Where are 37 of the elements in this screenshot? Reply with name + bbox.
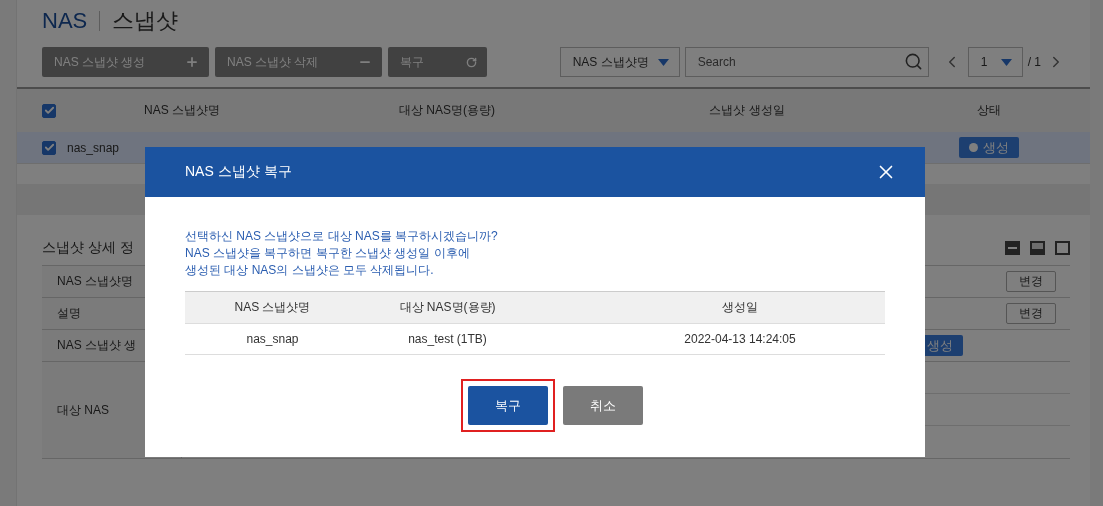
- search-icon[interactable]: [903, 52, 923, 71]
- page-title: 스냅샷: [112, 6, 179, 35]
- select-all-checkbox[interactable]: [42, 103, 56, 118]
- dialog-message: NAS 스냅샷을 복구하면 복구한 스냅샷 생성일 이후에: [185, 245, 471, 262]
- dialog-title: NAS 스냅샷 복구: [185, 163, 292, 181]
- edit-button[interactable]: 변경: [1006, 303, 1056, 324]
- page-select[interactable]: 1: [967, 47, 1023, 77]
- search-field[interactable]: Search: [684, 47, 929, 77]
- refresh-icon: [466, 56, 477, 68]
- maximize-icon[interactable]: [1055, 240, 1070, 255]
- column-header: 상태: [975, 102, 1002, 119]
- section-title: NAS: [42, 7, 88, 34]
- caret-icon: [1000, 58, 1012, 66]
- page-total: / 1: [1027, 55, 1041, 69]
- column-header: NAS 스냅샷명: [143, 102, 221, 119]
- row-checkbox[interactable]: [42, 140, 56, 155]
- plus-icon: [185, 55, 199, 69]
- caret-icon: [657, 58, 669, 66]
- column-header: 대상 NAS명(용량): [398, 102, 496, 119]
- filter-select[interactable]: NAS 스냅샷명: [559, 47, 680, 77]
- collapse-icon[interactable]: [1005, 240, 1020, 255]
- edit-button[interactable]: 변경: [1006, 271, 1056, 292]
- restore-button[interactable]: 복구: [467, 386, 548, 425]
- status-badge: 생성: [958, 137, 1019, 158]
- split-view-icon[interactable]: [1030, 240, 1045, 255]
- cancel-button[interactable]: 취소: [562, 386, 643, 425]
- table-cell-text: 2022-04-13 14:24:05: [683, 332, 797, 346]
- column-header: 스냅샷 생성일: [708, 102, 786, 119]
- dialog-message: 선택하신 NAS 스냅샷으로 대상 NAS를 복구하시겠습니까?: [185, 228, 499, 245]
- column-header: NAS 스냅샷명: [233, 299, 312, 316]
- column-header: 생성일: [721, 299, 759, 316]
- table-cell-text: nas_snap: [67, 140, 121, 155]
- dialog-message: 생성된 대상 NAS의 스냅샷은 모두 삭제됩니다.: [185, 262, 435, 279]
- detail-title: 스냅샷 상세 정: [42, 238, 134, 257]
- table-cell-text: nas_snap: [245, 332, 300, 346]
- column-header: 대상 NAS명(용량): [398, 299, 497, 316]
- table-cell-text: nas_test (1TB): [407, 332, 488, 346]
